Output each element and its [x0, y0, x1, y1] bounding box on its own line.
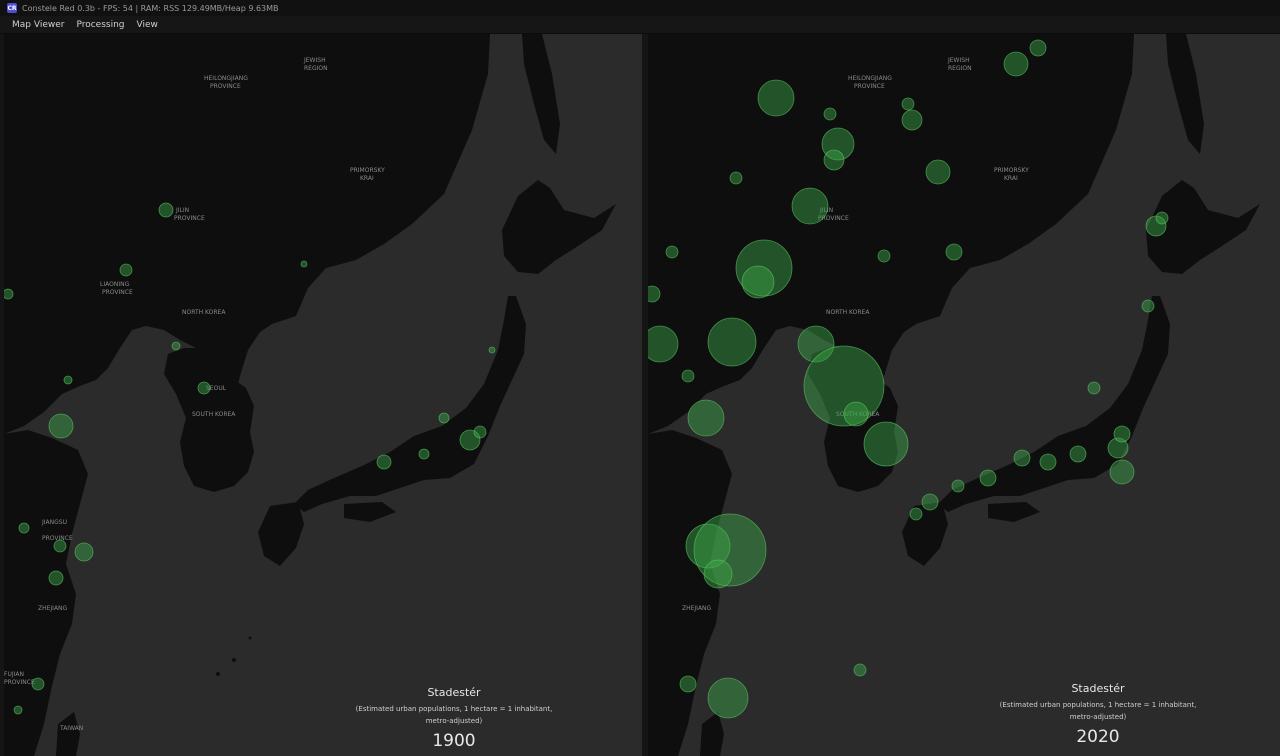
svg-text:FUJIAN: FUJIAN: [4, 671, 24, 678]
city-circle: [729, 171, 743, 185]
city-circle: [171, 341, 181, 351]
caption-subtitle: (Estimated urban populations, 1 hectare …: [355, 705, 553, 725]
city-circle: [4, 288, 14, 300]
svg-text:KRAI: KRAI: [1004, 175, 1018, 182]
city-circle: [665, 245, 679, 259]
caption-year: 1900: [432, 731, 476, 751]
map-panel-1900[interactable]: JEWISH REGION HEILONGJIANG PROVINCE PRIM…: [4, 34, 642, 756]
menu-map-viewer[interactable]: Map Viewer: [0, 20, 70, 30]
city-circle: [18, 522, 30, 534]
city-circle: [1003, 51, 1029, 77]
city-circle: [823, 149, 845, 171]
city-circle: [48, 570, 64, 586]
city-circle: [707, 677, 749, 719]
city-circle: [119, 263, 133, 277]
city-circle: [376, 454, 392, 470]
city-circle: [1069, 445, 1087, 463]
city-circle: [863, 421, 909, 467]
caption-2020: Stadestér (Estimated urban populations, …: [988, 682, 1208, 747]
city-circle: [1039, 453, 1057, 471]
city-circle: [1087, 381, 1101, 395]
svg-text:ZHEJIANG: ZHEJIANG: [682, 605, 712, 612]
svg-text:PROVINCE: PROVINCE: [210, 83, 241, 90]
svg-text:ZHEJIANG: ZHEJIANG: [38, 605, 68, 612]
city-circle: [1155, 211, 1169, 225]
svg-text:PROVINCE: PROVINCE: [4, 679, 35, 686]
map-panel-2020[interactable]: JEWISH REGION HEILONGJIANG PROVINCE PRIM…: [648, 34, 1280, 756]
city-circle: [648, 285, 661, 303]
menu-processing[interactable]: Processing: [70, 20, 130, 30]
caption-title: Stadestér: [1071, 682, 1125, 695]
city-circle: [791, 187, 829, 225]
svg-text:JILIN: JILIN: [175, 207, 189, 214]
city-circle: [703, 559, 733, 589]
menu-view[interactable]: View: [131, 20, 164, 30]
svg-text:PRIMORSKY: PRIMORSKY: [994, 167, 1029, 174]
city-circle: [63, 375, 73, 385]
caption-1900: Stadestér (Estimated urban populations, …: [344, 686, 564, 751]
city-circle: [925, 159, 951, 185]
svg-text:PROVINCE: PROVINCE: [102, 289, 133, 296]
city-circle: [877, 249, 891, 263]
svg-text:JEWISH: JEWISH: [947, 57, 970, 64]
svg-text:SOUTH KOREA: SOUTH KOREA: [192, 411, 236, 418]
svg-text:REGION: REGION: [304, 65, 328, 72]
city-circle: [707, 317, 757, 367]
map-2020-svg: JEWISH REGION HEILONGJIANG PROVINCE PRIM…: [648, 34, 1260, 756]
city-circle: [31, 677, 45, 691]
svg-text:TAIWAN: TAIWAN: [59, 725, 83, 732]
svg-text:NORTH KOREA: NORTH KOREA: [182, 309, 226, 316]
city-circle: [945, 243, 963, 261]
city-circle: [13, 705, 23, 715]
city-circle: [158, 202, 174, 218]
city-circle: [901, 97, 915, 111]
svg-text:PROVINCE: PROVINCE: [854, 83, 885, 90]
city-circle: [300, 260, 308, 268]
svg-text:PRIMORSKY: PRIMORSKY: [350, 167, 385, 174]
svg-text:PROVINCE: PROVINCE: [174, 215, 205, 222]
city-circle: [473, 425, 487, 439]
svg-text:KRAI: KRAI: [360, 175, 374, 182]
city-circle: [909, 507, 923, 521]
city-circle: [757, 79, 795, 117]
city-circle: [921, 493, 939, 511]
app-logo-icon: CR: [7, 3, 17, 13]
city-circle: [438, 412, 450, 424]
city-circle: [74, 542, 94, 562]
city-circle: [1029, 39, 1047, 57]
city-circle: [741, 265, 775, 299]
svg-text:HEILONGJIANG: HEILONGJIANG: [204, 75, 248, 82]
city-circle: [979, 469, 997, 487]
city-circle: [681, 369, 695, 383]
city-circle: [53, 539, 67, 553]
city-circle: [843, 401, 869, 427]
city-circle: [951, 479, 965, 493]
city-circle: [1013, 449, 1031, 467]
svg-text:REGION: REGION: [948, 65, 972, 72]
city-circle: [1141, 299, 1155, 313]
city-circle: [48, 413, 74, 439]
svg-text:LIAONING: LIAONING: [100, 281, 130, 288]
svg-text:NORTH KOREA: NORTH KOREA: [826, 309, 870, 316]
caption-subtitle: (Estimated urban populations, 1 hectare …: [999, 701, 1197, 721]
window-title: Constele Red 0.3b - FPS: 54 | RAM: RSS 1…: [22, 3, 279, 13]
svg-text:JIANGSU: JIANGSU: [41, 519, 67, 526]
city-circle: [1113, 425, 1131, 443]
svg-text:JEWISH: JEWISH: [303, 57, 326, 64]
title-bar: CR Constele Red 0.3b - FPS: 54 | RAM: RS…: [0, 0, 1280, 16]
city-circle: [679, 675, 697, 693]
caption-year: 2020: [1076, 727, 1120, 747]
city-circle: [823, 107, 837, 121]
city-circle: [488, 346, 496, 354]
city-circle: [197, 381, 211, 395]
svg-text:HEILONGJIANG: HEILONGJIANG: [848, 75, 892, 82]
city-circle: [901, 109, 923, 131]
map-1900-svg: JEWISH REGION HEILONGJIANG PROVINCE PRIM…: [4, 34, 616, 756]
menu-bar: Map Viewer Processing View: [0, 16, 1280, 34]
city-circle: [853, 663, 867, 677]
caption-title: Stadestér: [427, 686, 481, 699]
city-circle: [687, 399, 725, 437]
city-circle: [1109, 459, 1135, 485]
city-circle: [418, 448, 430, 460]
